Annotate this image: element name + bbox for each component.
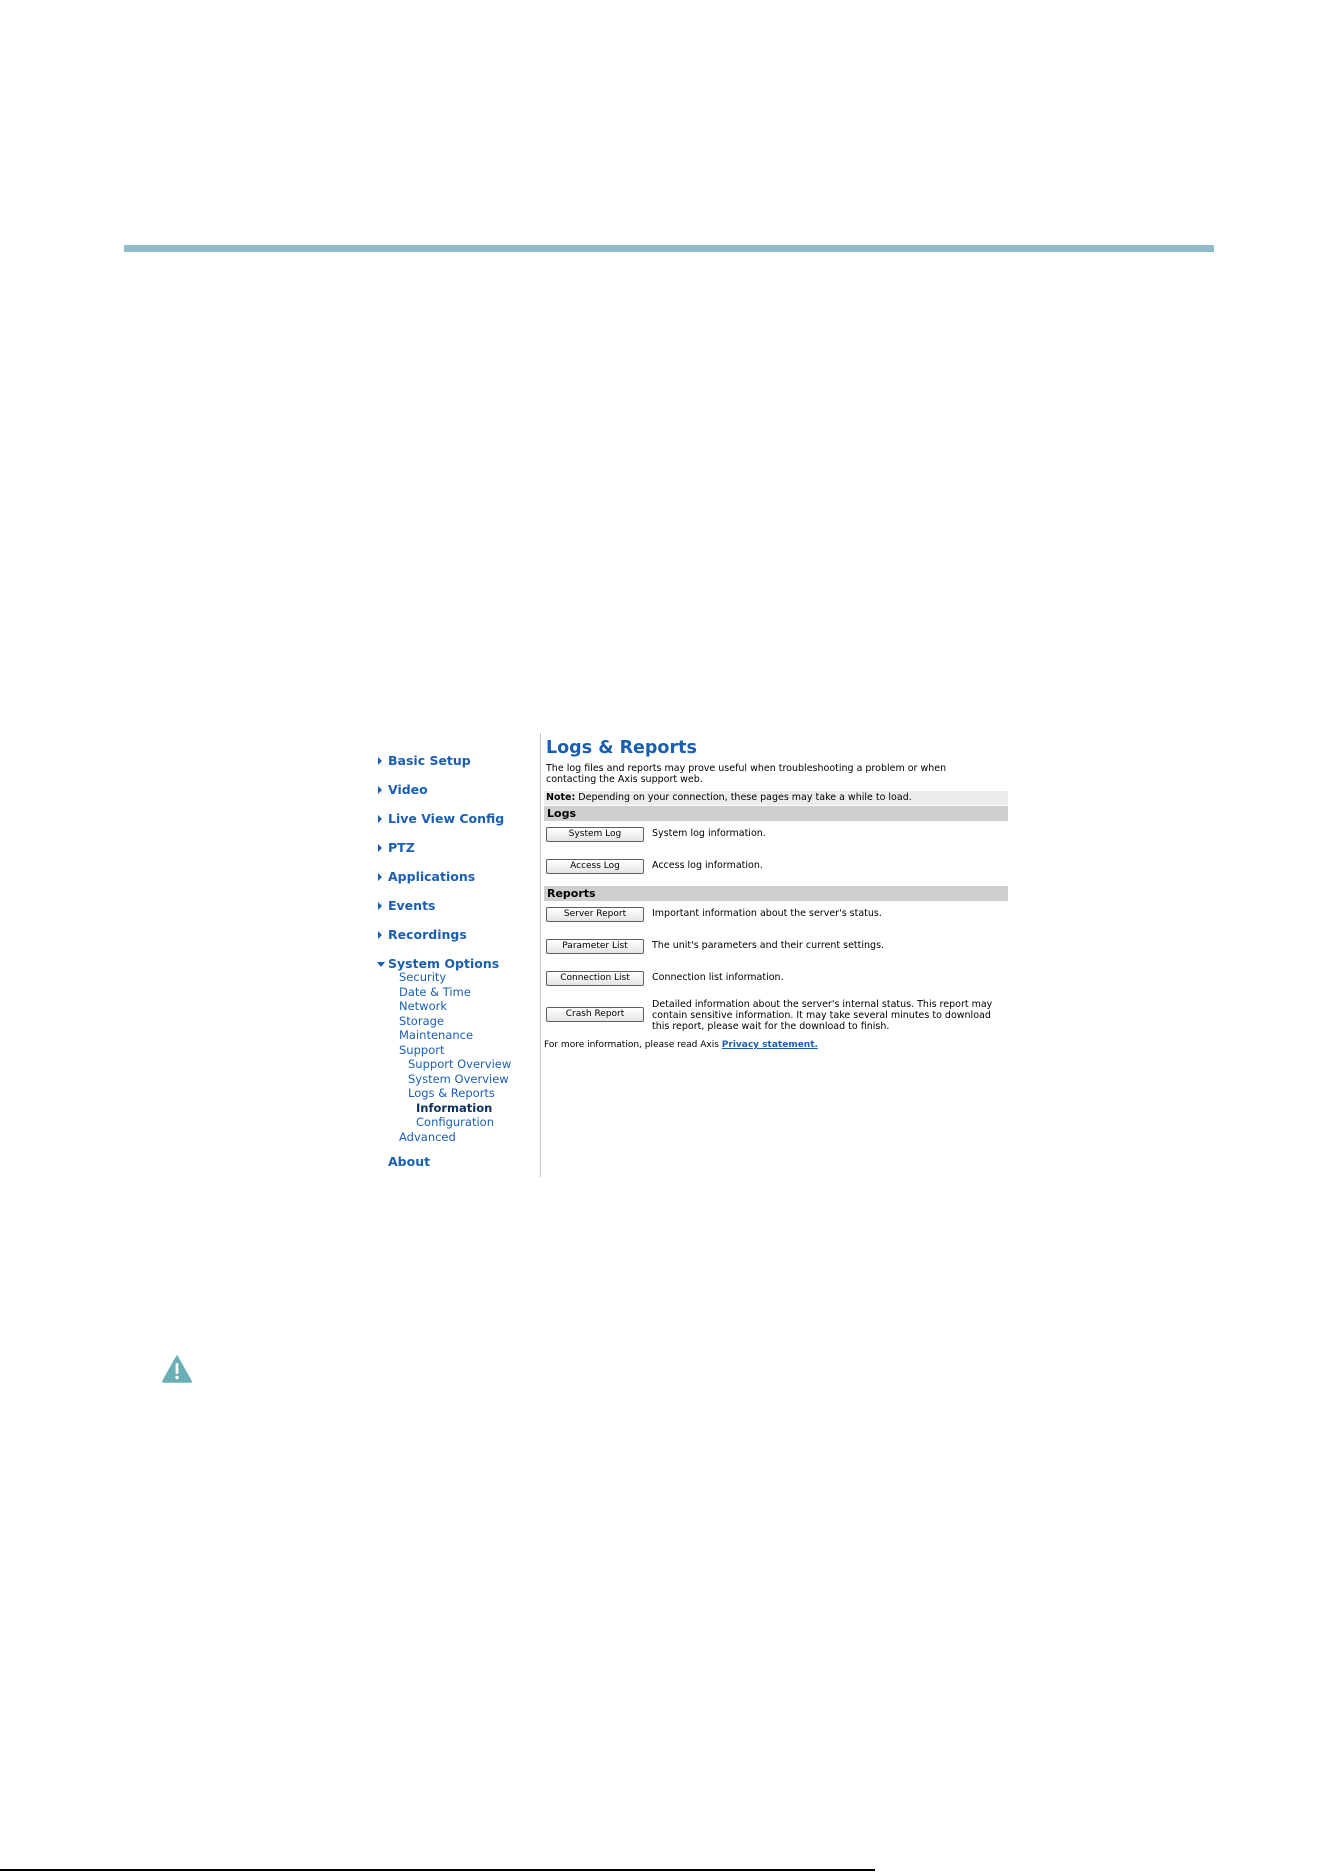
nav-recordings[interactable]: Recordings <box>372 920 540 949</box>
nav-system-overview[interactable]: System Overview <box>372 1072 540 1087</box>
nav-system-options[interactable]: System Options <box>372 949 540 971</box>
reports-section-header: Reports <box>544 886 1008 901</box>
nav-advanced[interactable]: Advanced <box>372 1130 540 1145</box>
nav-applications[interactable]: Applications <box>372 862 540 891</box>
header-rule <box>124 245 1214 252</box>
sidebar-nav: Basic Setup Video Live View Config PTZ A… <box>372 733 541 1177</box>
footer-rule <box>0 1869 875 1871</box>
note-text: Depending on your connection, these page… <box>575 792 912 803</box>
system-log-desc: System log information. <box>652 828 766 839</box>
caret-right-icon <box>378 902 382 910</box>
nav-date-time[interactable]: Date & Time <box>372 985 540 1000</box>
connection-list-button[interactable]: Connection List <box>546 971 644 986</box>
main-content: Logs & Reports The log files and reports… <box>544 733 1008 1177</box>
caret-right-icon <box>378 931 382 939</box>
nav-support-overview[interactable]: Support Overview <box>372 1057 540 1072</box>
nav-basic-setup[interactable]: Basic Setup <box>372 746 540 775</box>
nav-security[interactable]: Security <box>372 970 540 985</box>
web-interface-screenshot: Basic Setup Video Live View Config PTZ A… <box>372 733 1008 1177</box>
nav-events[interactable]: Events <box>372 891 540 920</box>
server-report-desc: Important information about the server's… <box>652 908 882 919</box>
parameter-list-button[interactable]: Parameter List <box>546 939 644 954</box>
privacy-statement-link[interactable]: Privacy statement. <box>722 1040 818 1050</box>
nav-ptz[interactable]: PTZ <box>372 833 540 862</box>
nav-storage[interactable]: Storage <box>372 1014 540 1029</box>
access-log-button[interactable]: Access Log <box>546 859 644 874</box>
logs-section-header: Logs <box>544 806 1008 821</box>
footnote-text: For more information, please read Axis <box>544 1040 722 1050</box>
caret-right-icon <box>378 786 382 794</box>
parameter-list-desc: The unit's parameters and their current … <box>652 940 885 951</box>
crash-report-button[interactable]: Crash Report <box>546 1007 644 1022</box>
caret-right-icon <box>378 873 382 881</box>
note-bar: Note: Depending on your connection, thes… <box>544 791 1008 805</box>
nav-information[interactable]: Information <box>372 1101 540 1116</box>
nav-live-view-config[interactable]: Live View Config <box>372 804 540 833</box>
page-title: Logs & Reports <box>546 738 697 758</box>
intro-text: The log files and reports may prove usef… <box>546 763 947 785</box>
caret-right-icon <box>378 815 382 823</box>
nav-logs-reports[interactable]: Logs & Reports <box>372 1086 540 1101</box>
nav-video[interactable]: Video <box>372 775 540 804</box>
crash-report-desc: Detailed information about the server's … <box>652 999 993 1032</box>
warning-icon <box>162 1355 192 1383</box>
footnote: For more information, please read Axis P… <box>544 1040 818 1050</box>
caret-right-icon <box>378 757 382 765</box>
system-log-button[interactable]: System Log <box>546 827 644 842</box>
nav-about[interactable]: About <box>372 1144 540 1174</box>
connection-list-desc: Connection list information. <box>652 972 784 983</box>
nav-maintenance[interactable]: Maintenance <box>372 1028 540 1043</box>
server-report-button[interactable]: Server Report <box>546 907 644 922</box>
note-label: Note: <box>546 792 576 803</box>
caret-right-icon <box>378 844 382 852</box>
nav-network[interactable]: Network <box>372 999 540 1014</box>
access-log-desc: Access log information. <box>652 860 763 871</box>
caret-down-icon <box>377 962 385 967</box>
nav-support[interactable]: Support <box>372 1043 540 1058</box>
nav-configuration[interactable]: Configuration <box>372 1115 540 1130</box>
